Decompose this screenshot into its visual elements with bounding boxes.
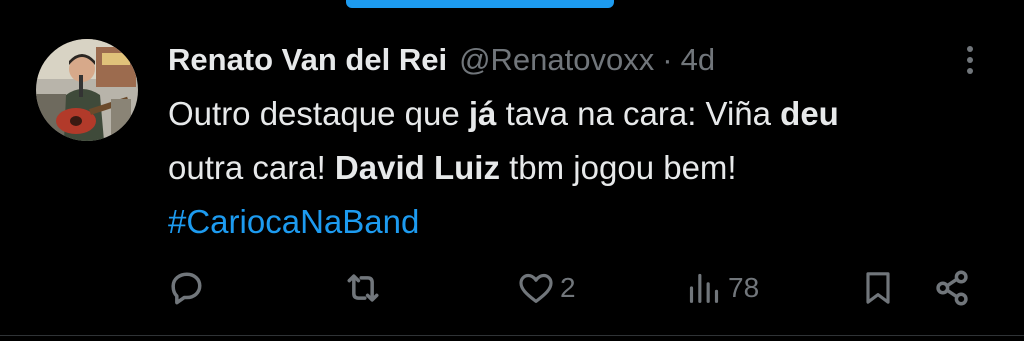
like-count: 2 [560,272,576,303]
views-icon [689,273,719,303]
tweet-text-line: outra cara! David Luiz tbm jogou bem! [168,141,988,195]
tweet-header: Renato Van del Rei @Renatovoxx · 4d [168,38,715,82]
text-segment: Outro destaque que [168,95,469,132]
text-segment: tbm jogou bem! [499,149,737,186]
tweet-timestamp[interactable]: 4d [681,38,715,82]
text-segment: outra cara! [168,149,335,186]
more-dot-icon [967,46,973,52]
avatar-image [36,39,138,141]
hashtag-link[interactable]: #CariocaNaBand [168,203,419,240]
text-bold-segment: deu [780,95,839,132]
author-handle[interactable]: @Renatovoxx [459,38,654,82]
bookmark-icon [866,272,890,304]
tweet-actions: 2 78 [0,264,1024,312]
author-display-name[interactable]: Renato Van del Rei [168,38,447,82]
like-button[interactable]: 2 [516,264,576,312]
reply-button[interactable] [164,264,208,312]
reply-icon [171,272,202,305]
text-segment: tava na cara: Viña [496,95,781,132]
tweet-text-line: #CariocaNaBand [168,195,988,249]
header-separator: · [662,42,673,77]
more-dot-icon [967,68,973,74]
tweet-text-line: Outro destaque que já tava na cara: Viña… [168,87,988,141]
views-count: 78 [728,272,760,303]
text-bold-segment: já [468,95,497,132]
more-options-button[interactable] [952,40,988,80]
bookmark-button[interactable] [858,264,898,312]
text-bold-segment: David Luiz [334,149,500,186]
tweet-text: Outro destaque que já tava na cara: Viña… [168,87,988,249]
tweet[interactable]: Renato Van del Rei @Renatovoxx · 4d Outr… [0,0,1024,341]
share-icon [936,270,968,306]
more-dot-icon [967,57,973,63]
retweet-button[interactable] [340,264,386,312]
views-button[interactable]: 78 [684,264,759,312]
bottom-divider [0,335,1024,336]
retweet-icon [347,274,379,302]
heart-icon [519,273,553,303]
avatar[interactable] [36,39,138,141]
share-button[interactable] [930,264,974,312]
